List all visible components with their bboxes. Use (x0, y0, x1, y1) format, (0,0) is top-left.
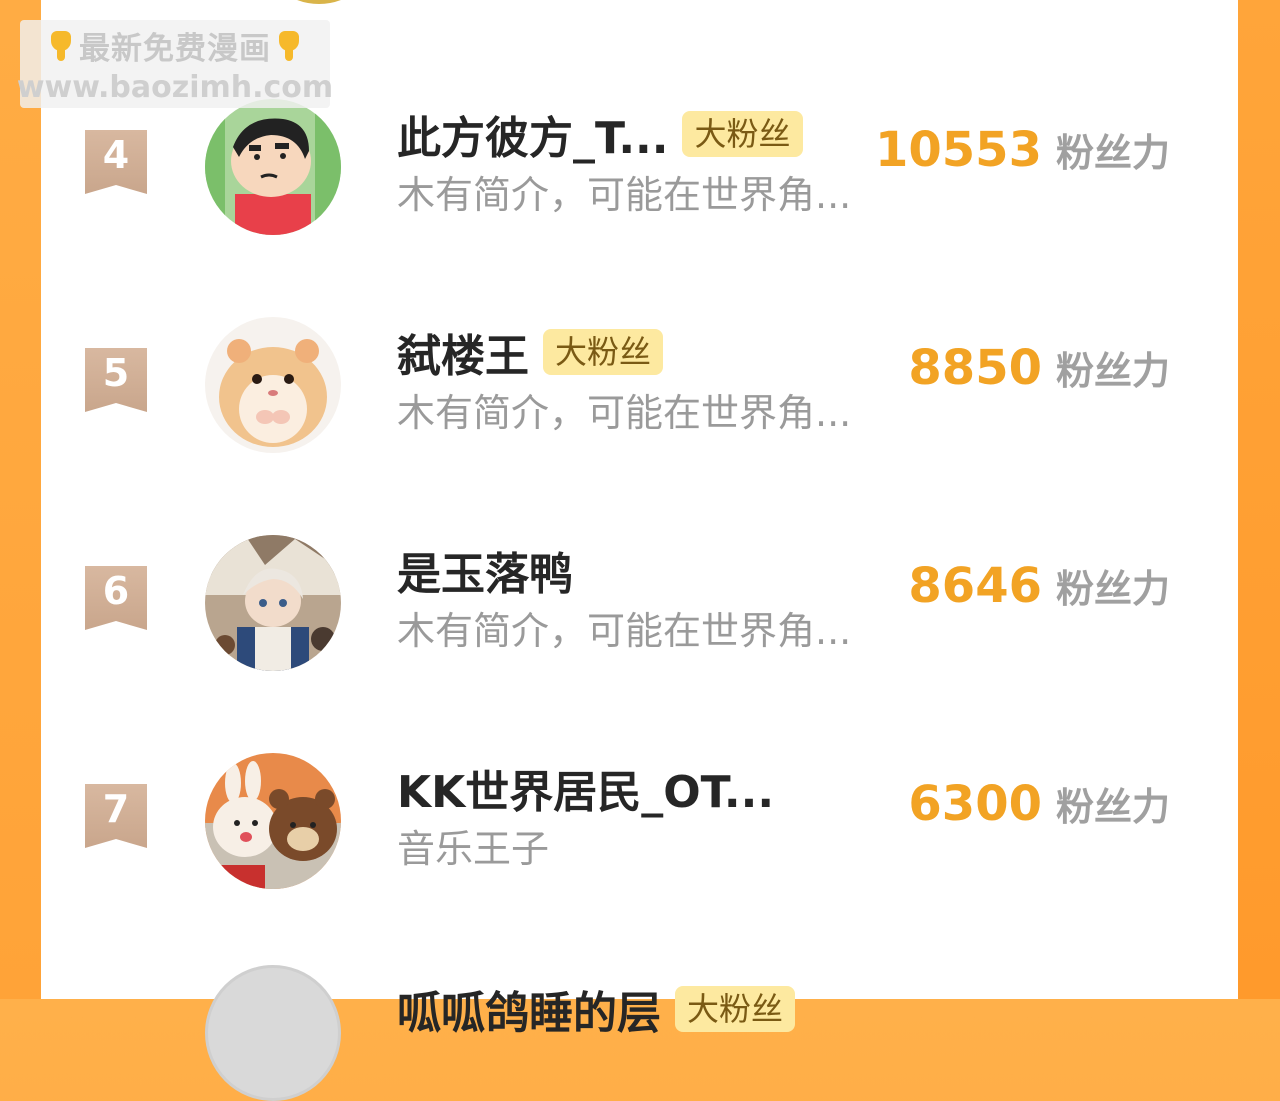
crayon-shinchan-icon (205, 99, 341, 235)
rank-badge: 7 (85, 784, 147, 848)
score-value: 6300 (908, 776, 1042, 832)
left-orange-border (0, 0, 41, 999)
avatar[interactable] (205, 317, 341, 453)
avatar[interactable] (205, 965, 341, 1101)
user-description: 木有简介，可能在世界角... (397, 173, 852, 217)
score-value: 10553 (874, 122, 1042, 178)
pointing-hand-icon (275, 29, 303, 63)
user-description: 音乐王子 (397, 827, 550, 871)
score-value: 8850 (908, 340, 1042, 396)
avatar[interactable] (205, 99, 341, 235)
user-name[interactable]: 是玉落鸭 (397, 538, 573, 602)
score-unit: 粉丝力 (1055, 131, 1170, 175)
avatar[interactable] (205, 753, 341, 889)
fan-badge: 大粉丝 (682, 111, 803, 157)
score-unit: 粉丝力 (1055, 349, 1170, 393)
watermark-title: 最新免费漫画 (79, 31, 271, 67)
avatar[interactable] (205, 535, 341, 671)
hamster-icon (205, 317, 341, 453)
score-value: 8646 (908, 558, 1042, 614)
rank-badge: 5 (85, 348, 147, 412)
user-name[interactable]: KK世界居民_OT... (397, 756, 774, 820)
list-item[interactable]: 4 此方彼方_T... 大粉丝 木有简介，可能在世界角... 10553 粉丝力 (41, 94, 1238, 244)
score-unit: 粉丝力 (1055, 785, 1170, 829)
bear-bunny-plush-icon (205, 753, 341, 889)
user-name[interactable]: 呱呱鸽睡的层 (397, 977, 661, 1041)
fan-score: 8646 粉丝力 (908, 558, 1170, 614)
rank-badge: 6 (85, 566, 147, 630)
fan-score: 8850 粉丝力 (908, 340, 1170, 396)
list-item[interactable]: 7 KK世界居民_OT... 音乐王子 6300 粉丝力 (41, 748, 1238, 898)
fan-score: 6300 粉丝力 (908, 776, 1170, 832)
rank-badge: 4 (85, 130, 147, 194)
pointing-hand-icon (47, 29, 75, 63)
fan-score: 10553 粉丝力 (875, 122, 1170, 178)
watermark-url: www.baozimh.com (16, 70, 334, 105)
anime-character-icon (205, 535, 341, 671)
right-orange-border (1238, 0, 1280, 999)
list-item[interactable]: 5 弑楼王 大粉丝 木有简介，可能在世界角... 8850 粉丝力 (41, 312, 1238, 462)
watermark: 最新免费漫画 www.baozimh.com (16, 20, 334, 108)
fan-badge: 大粉丝 (675, 986, 796, 1032)
list-item[interactable]: 6 是玉落鸭 木有简介，可能在世界角... 8646 粉丝力 (41, 530, 1238, 680)
avatar[interactable] (257, 0, 381, 4)
user-name[interactable]: 此方彼方_T... (397, 102, 668, 166)
user-description: 木有简介，可能在世界角... (397, 391, 852, 435)
list-item[interactable]: 呱呱鸽睡的层 大粉丝 (41, 965, 1238, 1101)
fan-badge: 大粉丝 (543, 329, 664, 375)
user-description: 木有简介，可能在世界角... (397, 609, 852, 653)
score-unit: 粉丝力 (1055, 567, 1170, 611)
user-name[interactable]: 弑楼王 (397, 320, 529, 384)
